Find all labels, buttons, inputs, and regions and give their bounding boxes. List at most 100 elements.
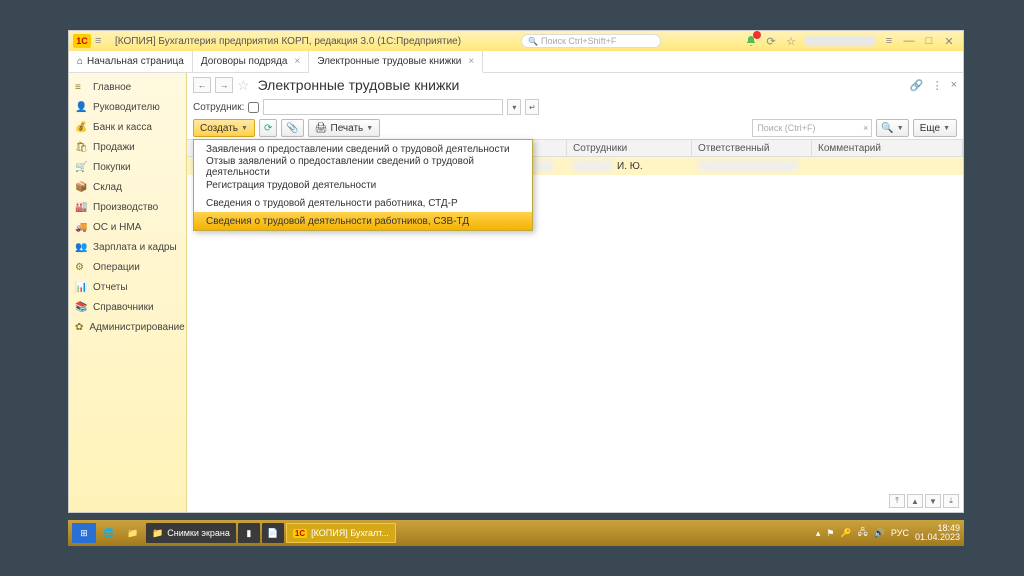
minimize-icon[interactable]: — [901,33,917,49]
tray-up-icon[interactable]: ▴ [816,528,821,539]
dropdown-item[interactable]: Регистрация трудовой деятельности [194,176,532,194]
task-1c[interactable]: 1C [КОПИЯ] Бухгалт... [286,523,396,543]
close-icon[interactable]: ✕ [941,33,957,49]
star-icon[interactable]: ☆ [783,33,799,49]
toolbar: Создать ▼ ⟳ 📎 🖨 Печать ▼ Поиск (Ctrl+F) … [187,117,963,139]
history-icon[interactable]: ⟳ [763,33,779,49]
global-search-input[interactable]: Поиск Ctrl+Shift+F [521,34,661,48]
sidebar-item[interactable]: 👤Руководителю [69,97,186,117]
clear-search-icon[interactable]: × [863,123,868,133]
th-employees[interactable]: Сотрудники [567,140,692,156]
more-button[interactable]: Еще ▼ [913,119,957,137]
close-icon[interactable]: × [468,56,474,67]
start-button[interactable]: ⊞ [72,523,96,543]
sidebar-item[interactable]: 🏭Производство [69,197,186,217]
page-header: ← → ☆ Электронные трудовые книжки 🔗 ⋮ × [187,73,963,97]
sidebar-icon: 🚚 [75,222,87,233]
sidebar-item[interactable]: 🛒 Покупки [69,157,186,177]
sidebar-label: Операции [93,262,140,273]
sidebar-item[interactable]: 👥Зарплата и кадры [69,237,186,257]
sidebar-item[interactable]: 🛍Продажи [69,137,186,157]
page-down-button[interactable]: ▼ [925,494,941,508]
sidebar-label: Справочники [93,302,154,313]
sidebar-item[interactable]: 📚 Справочники [69,297,186,317]
back-button[interactable]: ← [193,77,211,93]
create-label: Создать [200,123,238,134]
forward-button[interactable]: → [215,77,233,93]
tab-row: ⌂ Начальная страница Договоры подряда × … [69,51,963,73]
sidebar-item[interactable]: ⚙ Операции [69,257,186,277]
ie-button[interactable]: 🌐 [98,523,120,543]
sidebar-item[interactable]: 📦Склад [69,177,186,197]
tab-contracts[interactable]: Договоры подряда × [193,51,309,72]
kebab-icon[interactable]: ⋮ [932,79,943,92]
sidebar-icon: 👤 [75,102,87,113]
task-snipping[interactable]: 📁 Снимки экрана [146,523,236,543]
task-doc[interactable]: 📄 [262,523,284,543]
maximize-icon[interactable]: □ [921,33,937,49]
content-area: ← → ☆ Электронные трудовые книжки 🔗 ⋮ × … [187,73,963,512]
filter-row: Сотрудник: ▾ ↵ [187,97,963,117]
clock[interactable]: 18:49 01.04.2023 [915,524,960,542]
sidebar-icon: 📚 [75,302,87,313]
sidebar-item[interactable]: 🚚 ОС и НМА [69,217,186,237]
favorite-star-icon[interactable]: ☆ [237,77,250,94]
page-up-button[interactable]: ▲ [907,494,923,508]
page-title: Электронные трудовые книжки [258,77,460,93]
tab-workbooks-label: Электронные трудовые книжки [317,56,461,67]
sidebar-label: Покупки [93,162,131,173]
print-label: Печать [331,123,364,134]
sidebar-item[interactable]: ✿Администрирование [69,317,186,337]
th-responsible[interactable]: Ответственный [692,140,812,156]
attach-button[interactable]: 📎 [281,119,303,137]
blurred-cell [698,161,798,171]
dropdown-item[interactable]: Сведения о трудовой деятельности работни… [194,212,532,230]
sidebar-item[interactable]: ≡Главное [69,77,186,97]
page-first-button[interactable]: ⤒ [889,494,905,508]
task-cmd[interactable]: ▮ [238,523,260,543]
tray-network-icon[interactable]: 🖧 [858,525,868,541]
bell-icon[interactable] [743,33,759,49]
search-input[interactable]: Поиск (Ctrl+F) × [752,119,872,137]
th-comment[interactable]: Комментарий [812,140,963,156]
filter-label: Сотрудник: [193,102,244,113]
pager: ⤒ ▲ ▼ ⤓ [889,494,959,508]
filter-employee-input[interactable] [263,99,503,115]
sidebar-label: Отчеты [93,282,128,293]
dropdown-item[interactable]: Отзыв заявлений о предоставлении сведени… [194,158,532,176]
filter-checkbox[interactable] [248,102,259,113]
filter-dropdown-button[interactable]: ▾ [507,99,521,115]
create-button[interactable]: Создать ▼ [193,119,255,137]
sidebar-label: Продажи [93,142,135,153]
print-button[interactable]: 🖨 Печать ▼ [308,119,380,137]
tab-workbooks[interactable]: Электронные трудовые книжки × [309,51,483,73]
dropdown-item[interactable]: Сведения о трудовой деятельности работни… [194,194,532,212]
sidebar-icon: 💰 [75,122,87,133]
close-icon[interactable]: × [294,56,300,67]
sidebar-label: Главное [93,82,131,93]
tray-flag-icon[interactable]: ⚑ [826,528,834,539]
menu-lines-icon[interactable]: ≡ [881,33,897,49]
filter-open-button[interactable]: ↵ [525,99,539,115]
sidebar-item[interactable]: 📊Отчеты [69,277,186,297]
explorer-button[interactable]: 📁 [122,523,144,543]
tray-lang[interactable]: РУС [891,528,909,538]
tab-home[interactable]: ⌂ Начальная страница [69,51,193,72]
clock-date: 01.04.2023 [915,533,960,542]
tray-volume-icon[interactable]: 🔊 [874,528,885,539]
page-last-button[interactable]: ⤓ [943,494,959,508]
task-snipping-label: Снимки экрана [167,528,230,538]
sidebar-label: Производство [93,202,158,213]
sidebar-icon: ⚙ [75,262,87,273]
link-icon[interactable]: 🔗 [910,79,924,92]
sidebar-item[interactable]: 💰Банк и касса [69,117,186,137]
chevron-down-icon: ▼ [943,125,950,132]
hamburger-icon[interactable]: ≡ [95,35,109,47]
sidebar-icon: 🛒 [75,162,87,173]
tray-key-icon[interactable]: 🔑 [840,528,851,539]
refresh-button[interactable]: ⟳ [259,119,277,137]
sidebar-label: Администрирование [89,322,184,333]
search-button[interactable]: 🔍▼ [876,119,908,137]
sidebar-label: ОС и НМА [93,222,141,233]
close-page-icon[interactable]: × [951,79,957,92]
